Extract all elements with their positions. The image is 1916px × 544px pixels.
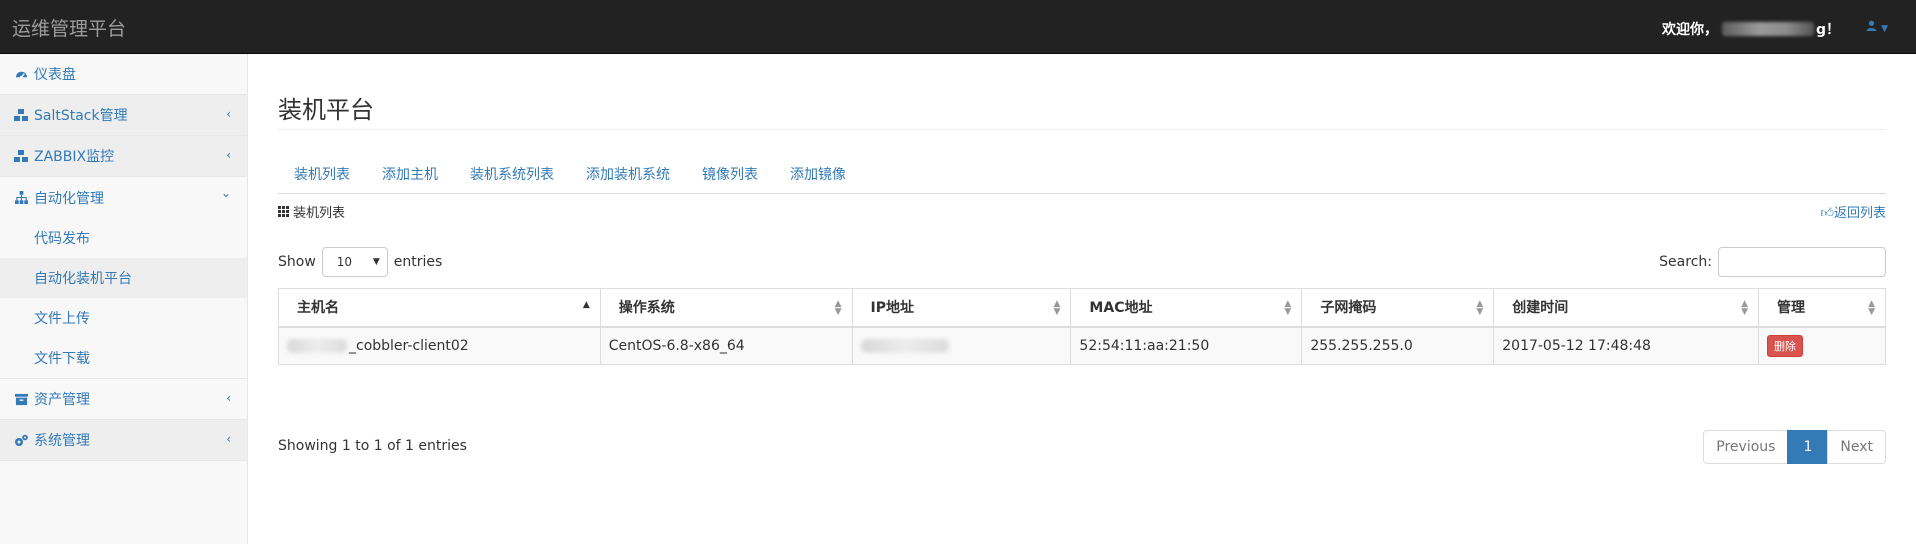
sort-asc-icon: ▲ [582,300,590,310]
sidebar-item-label: SaltStack管理 [34,108,128,124]
cubes-icon [14,149,28,163]
cell-created: 2017-05-12 17:48:48 [1493,326,1760,365]
gears-icon [14,433,28,447]
sidebar-item-assets[interactable]: 资产管理 ‹ [0,379,247,420]
sitemap-icon [14,191,28,205]
chevron-left-icon: ‹ [226,107,231,121]
chevron-left-icon: ‹ [226,391,231,405]
sidebar-subitem-file-upload[interactable]: 文件上传 [0,298,247,338]
sort-icon: ▲ ▼ [1053,299,1061,317]
list-heading-label: 装机列表 [293,206,346,221]
cell-os: CentOS-6.8-x86_64 [599,326,853,365]
col-header-hostname[interactable]: 主机名 ▲ [278,288,601,328]
delete-button[interactable]: 删除 [1767,334,1804,357]
cell-manage: 删除 [1758,326,1886,365]
welcome-suffix: g！ [1815,22,1840,38]
sidebar-item-label: 系统管理 [34,433,90,449]
sidebar: 仪表盘 SaltStack管理 ‹ ZABBIX监控 ‹ 自动化管理 ⌄ 代码发… [0,54,248,544]
entries-label: entries [393,254,443,270]
redacted-username [1721,22,1814,36]
search-input[interactable] [1718,247,1886,277]
cell-ip [851,326,1072,365]
tab-image-list[interactable]: 镜像列表 [686,156,774,193]
col-header-manage[interactable]: 管理 ▲ ▼ [1758,288,1886,328]
th-icon [278,206,289,217]
tab-add-install-system[interactable]: 添加装机系统 [570,156,686,193]
sidebar-item-label: 仪表盘 [34,67,76,83]
automation-submenu: 代码发布 自动化装机平台 文件上传 文件下载 [0,218,247,379]
search-label: Search: [1659,254,1712,270]
cell-mac: 52:54:11:aa:21:50 [1070,326,1303,365]
caret-down-icon: ▼ [372,257,380,267]
tab-add-host[interactable]: 添加主机 [366,156,454,193]
chevron-left-icon: ‹ [226,148,231,162]
user-icon [1866,20,1877,31]
return-list-link[interactable]: 👍︎返回列表 [1820,202,1886,221]
page-length-control: Show 10 ▼ entries [278,247,442,277]
cell-netmask: 255.255.255.0 [1301,326,1495,365]
sidebar-subitem-code-release[interactable]: 代码发布 [0,218,247,258]
title-divider [278,129,1886,130]
dashboard-icon [14,67,28,81]
previous-button[interactable]: Previous [1703,430,1789,464]
sidebar-item-dashboard[interactable]: 仪表盘 [0,54,247,95]
chevron-down-icon: ⌄ [220,186,231,200]
return-list-label: 返回列表 [1833,206,1886,221]
user-menu-dropdown[interactable]: ▼ [1866,19,1888,35]
table-row: _cobbler-client02 CentOS-6.8-x86_64 52:5… [278,326,1886,365]
page-size-value: 10 [336,255,353,269]
sidebar-item-automation[interactable]: 自动化管理 ⌄ [0,177,247,218]
col-header-created[interactable]: 创建时间 ▲ ▼ [1493,288,1760,328]
page-title: 装机平台 [278,96,374,124]
tab-add-image[interactable]: 添加镜像 [774,156,862,193]
redacted-ip [860,338,949,353]
sort-icon: ▲ ▼ [1476,299,1484,317]
next-button[interactable]: Next [1827,430,1886,464]
pagination: Previous 1 Next [1703,430,1886,464]
tab-bar: 装机列表 添加主机 装机系统列表 添加装机系统 镜像列表 添加镜像 [278,156,1886,194]
col-header-mac[interactable]: MAC地址 ▲ ▼ [1070,288,1303,328]
thumbs-up-icon: 👍︎ [1820,206,1834,221]
caret-down-icon: ▼ [1881,24,1888,34]
app-brand[interactable]: 运维管理平台 [12,14,126,41]
table-info: Showing 1 to 1 of 1 entries [278,438,467,454]
sidebar-subitem-auto-install[interactable]: 自动化装机平台 [0,258,247,298]
sidebar-item-label: ZABBIX监控 [34,149,115,165]
table-header-row: 主机名 ▲ 操作系统 ▲ ▼ IP地址 ▲ ▼ MAC地址 ▲ ▼ 子网掩码 ▲ ▼ 创建时间 ▲ ▼… [278,288,1886,328]
list-heading: 装机列表 [278,202,345,221]
sort-icon: ▲ ▼ [1284,299,1292,317]
welcome-text: 欢迎你， g！ [1662,19,1840,39]
sort-icon: ▲ ▼ [1741,299,1749,317]
col-header-ip[interactable]: IP地址 ▲ ▼ [851,288,1072,328]
sidebar-subitem-file-download[interactable]: 文件下载 [0,338,247,378]
show-label: Show [278,254,316,270]
sidebar-item-zabbix[interactable]: ZABBIX监控 ‹ [0,136,247,177]
col-header-os[interactable]: 操作系统 ▲ ▼ [599,288,853,328]
sidebar-item-label: 自动化管理 [34,190,104,207]
sidebar-item-label: 资产管理 [34,392,90,408]
chevron-left-icon: ‹ [226,432,231,446]
welcome-prefix: 欢迎你， [1661,22,1718,38]
sidebar-item-saltstack[interactable]: SaltStack管理 ‹ [0,95,247,136]
tab-install-system-list[interactable]: 装机系统列表 [454,156,570,193]
sidebar-item-system[interactable]: 系统管理 ‹ [0,420,247,461]
archive-icon [14,392,28,406]
sort-icon: ▲ ▼ [834,299,842,317]
sort-icon: ▲ ▼ [1868,299,1875,317]
redacted-text [287,338,347,353]
cubes-icon [14,108,28,122]
install-table: 主机名 ▲ 操作系统 ▲ ▼ IP地址 ▲ ▼ MAC地址 ▲ ▼ 子网掩码 ▲ ▼ 创建时间 ▲ ▼… [278,288,1886,365]
table-search: Search: [1659,247,1886,277]
col-header-netmask[interactable]: 子网掩码 ▲ ▼ [1301,288,1495,328]
page-size-select[interactable]: 10 ▼ [321,247,388,277]
tab-install-list[interactable]: 装机列表 [278,156,366,193]
top-navbar: 运维管理平台 欢迎你， g！ ▼ [0,0,1916,54]
cell-hostname: _cobbler-client02 [278,326,601,365]
page-1-button[interactable]: 1 [1787,430,1829,464]
